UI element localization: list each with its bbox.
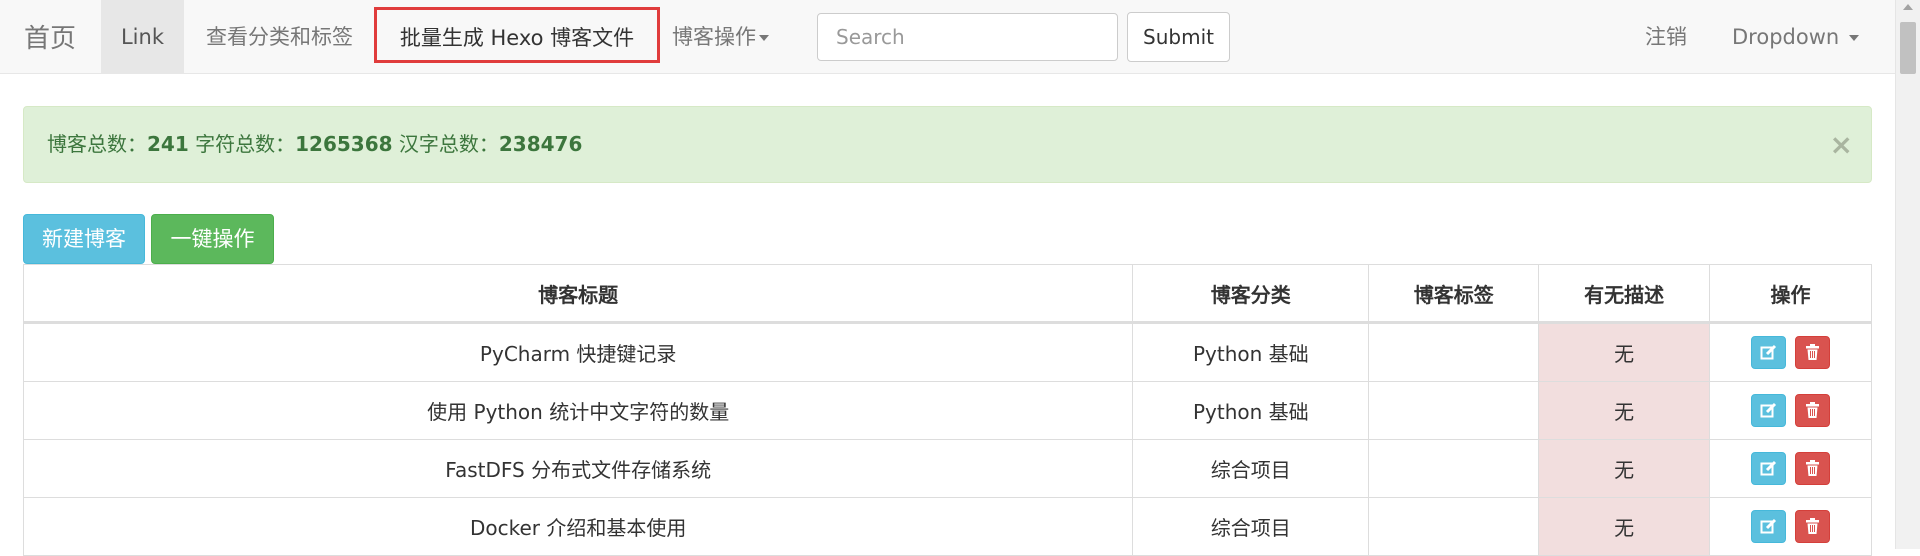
delete-button[interactable] [1794, 452, 1830, 485]
nav-logout[interactable]: 注销 [1645, 0, 1687, 74]
blog-table: 博客标题 博客分类 博客标签 有无描述 操作 PyCharm 快捷键记录 Pyt… [22, 264, 1872, 556]
brand-home-link[interactable]: 首页 [24, 18, 76, 55]
stats-alert: 博客总数：241 字符总数：1265368 汉字总数：238476 × [23, 106, 1872, 183]
trash-icon [1805, 402, 1819, 418]
cell-title: Docker 介绍和基本使用 [22, 497, 1134, 556]
caret-down-icon [759, 35, 769, 41]
delete-button[interactable] [1794, 336, 1830, 369]
cell-tags [1368, 381, 1540, 440]
edit-icon [1760, 402, 1777, 418]
cell-description: 无 [1538, 381, 1711, 440]
header-tags: 博客标签 [1368, 264, 1540, 324]
edit-button[interactable] [1751, 510, 1787, 543]
nav-blog-operations-dropdown[interactable]: 博客操作 [672, 0, 769, 74]
cell-category: 综合项目 [1132, 497, 1370, 556]
nav-batch-generate-hexo[interactable]: 批量生成 Hexo 博客文件 [374, 7, 660, 63]
edit-icon [1760, 460, 1777, 476]
trash-icon [1805, 460, 1819, 476]
new-blog-button[interactable]: 新建博客 [23, 214, 145, 264]
cell-title: 使用 Python 统计中文字符的数量 [22, 381, 1134, 440]
cell-category: Python 基础 [1132, 381, 1370, 440]
cell-tags [1368, 497, 1540, 556]
delete-button[interactable] [1794, 510, 1830, 543]
close-icon[interactable]: × [1830, 107, 1853, 182]
cell-actions [1709, 322, 1872, 382]
navbar: 首页 Link 查看分类和标签 批量生成 Hexo 博客文件 博客操作 Subm… [0, 0, 1895, 74]
search-input[interactable] [817, 13, 1118, 61]
header-category: 博客分类 [1132, 264, 1370, 324]
cell-description: 无 [1538, 439, 1711, 498]
batch-operation-button[interactable]: 一键操作 [151, 214, 274, 264]
trash-icon [1805, 344, 1819, 360]
total-hanzi-label: 汉字总数： [392, 132, 499, 156]
scroll-up-arrow-icon[interactable] [1903, 4, 1913, 10]
table-row: 使用 Python 统计中文字符的数量 Python 基础 无 [22, 381, 1872, 440]
table-row: FastDFS 分布式文件存储系统 综合项目 无 [22, 439, 1872, 498]
submit-button[interactable]: Submit [1127, 12, 1230, 62]
nav-dropdown-label: Dropdown [1732, 25, 1840, 49]
nav-view-categories-tags[interactable]: 查看分类和标签 [206, 0, 353, 74]
nav-dropdown[interactable]: Dropdown [1732, 0, 1859, 74]
caret-down-icon [1848, 35, 1859, 41]
cell-actions [1709, 439, 1872, 498]
delete-button[interactable] [1794, 394, 1830, 427]
table-row: PyCharm 快捷键记录 Python 基础 无 [22, 322, 1872, 382]
cell-tags [1368, 322, 1540, 382]
total-chars-value: 1265368 [295, 132, 393, 156]
total-hanzi-value: 238476 [498, 132, 583, 156]
total-chars-label: 字符总数： [188, 132, 296, 156]
trash-icon [1805, 518, 1819, 534]
nav-link[interactable]: Link [101, 0, 184, 74]
cell-description: 无 [1538, 497, 1711, 556]
cell-description: 无 [1538, 322, 1711, 382]
cell-category: 综合项目 [1132, 439, 1370, 498]
cell-tags [1368, 439, 1540, 498]
cell-title: FastDFS 分布式文件存储系统 [22, 439, 1134, 498]
cell-category: Python 基础 [1132, 322, 1370, 382]
table-header-row: 博客标题 博客分类 博客标签 有无描述 操作 [22, 264, 1872, 324]
header-actions: 操作 [1709, 264, 1872, 324]
edit-button[interactable] [1751, 452, 1787, 485]
nav-blog-operations-label: 博客操作 [672, 25, 756, 49]
scroll-thumb[interactable] [1900, 22, 1916, 74]
table-row: Docker 介绍和基本使用 综合项目 无 [22, 497, 1872, 556]
edit-button[interactable] [1751, 336, 1787, 369]
cell-actions [1709, 497, 1872, 556]
total-blogs-label: 博客总数： [47, 132, 147, 156]
edit-icon [1760, 518, 1777, 534]
edit-button[interactable] [1751, 394, 1787, 427]
header-description: 有无描述 [1538, 264, 1711, 324]
vertical-scrollbar[interactable] [1895, 0, 1920, 549]
edit-icon [1760, 344, 1777, 360]
header-title: 博客标题 [22, 264, 1134, 324]
total-blogs-value: 241 [147, 132, 189, 156]
cell-actions [1709, 381, 1872, 440]
cell-title: PyCharm 快捷键记录 [22, 322, 1134, 382]
